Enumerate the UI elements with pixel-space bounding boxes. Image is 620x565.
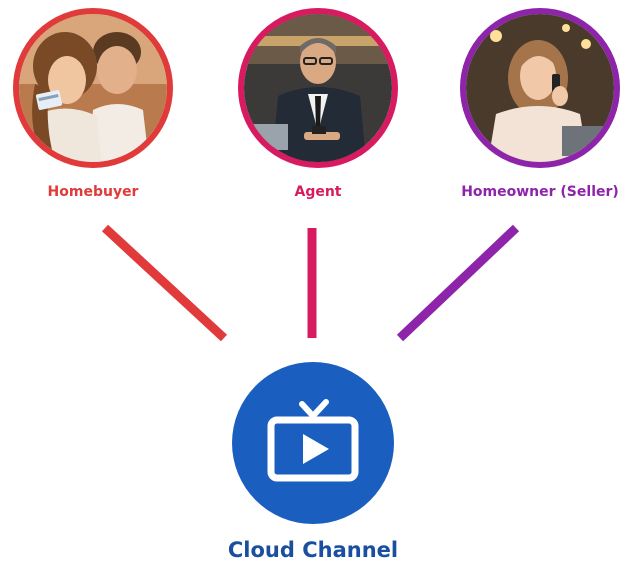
- cloud-channel-circle: [232, 362, 394, 524]
- homeowner-seller-label: Homeowner (Seller): [461, 184, 619, 200]
- seller-connector: [396, 224, 520, 342]
- cloud-channel-label: Cloud Channel: [227, 538, 399, 562]
- homebuyer-label: Homebuyer: [47, 184, 139, 200]
- agent-label: Agent: [294, 184, 342, 200]
- homeowner-photo: [460, 8, 620, 168]
- agent-photo: [238, 8, 398, 168]
- homebuyer-photo: [13, 8, 173, 168]
- tv-play-icon: [267, 399, 359, 482]
- homebuyer-connector: [101, 224, 228, 342]
